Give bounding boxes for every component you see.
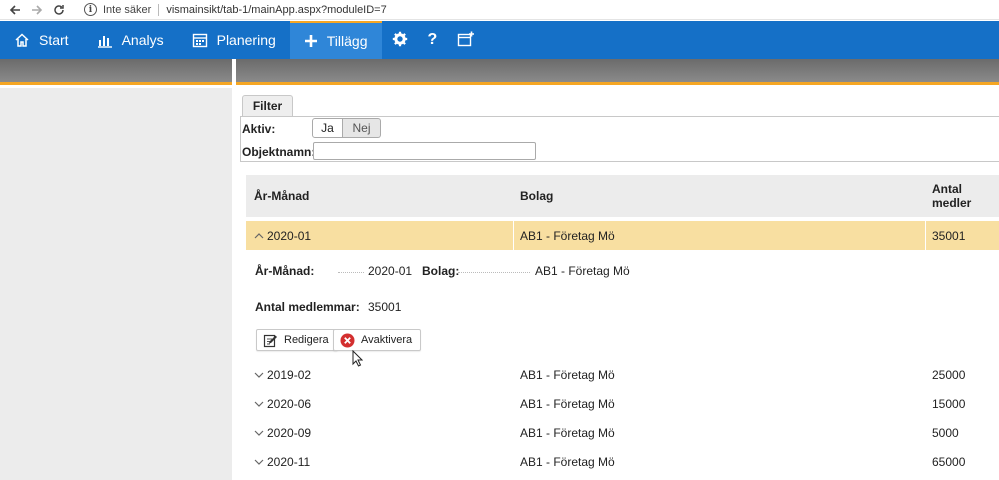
back-arrow-icon[interactable] bbox=[4, 0, 26, 20]
column-divider bbox=[513, 221, 514, 250]
nav-start-label: Start bbox=[39, 32, 69, 48]
cell-members: 65000 bbox=[932, 454, 966, 469]
column-header-company[interactable]: Bolag bbox=[520, 175, 553, 217]
calendar-icon bbox=[192, 32, 208, 48]
info-icon[interactable]: i bbox=[84, 3, 97, 16]
gear-icon bbox=[392, 31, 408, 50]
toggle-nej[interactable]: Nej bbox=[343, 118, 381, 138]
aktiv-label: Aktiv: bbox=[242, 122, 276, 136]
content-header-strip bbox=[236, 59, 999, 85]
reload-icon[interactable] bbox=[48, 0, 70, 20]
cell-year-month: 2020-06 bbox=[267, 396, 312, 411]
sidebar-panel bbox=[0, 88, 232, 480]
table-row[interactable]: 2020-11 AB1 - Företag Mö 65000 bbox=[246, 447, 999, 476]
forward-arrow-icon[interactable] bbox=[26, 0, 48, 20]
main-navbar: Start Analys Planering Tillägg ? bbox=[0, 21, 999, 59]
column-header-year-month[interactable]: År-Månad bbox=[254, 175, 309, 217]
dotted-leader bbox=[458, 272, 530, 273]
chevron-down-icon[interactable] bbox=[254, 400, 264, 408]
chevron-up-icon[interactable] bbox=[254, 232, 264, 240]
cell-company: AB1 - Företag Mö bbox=[520, 425, 615, 440]
nav-start[interactable]: Start bbox=[0, 21, 83, 59]
dotted-leader bbox=[338, 272, 364, 273]
detail-company-label: Bolag: bbox=[422, 264, 460, 278]
cell-members: 15000 bbox=[932, 396, 966, 411]
chevron-down-icon[interactable] bbox=[254, 458, 264, 466]
cell-company: AB1 - Företag Mö bbox=[520, 228, 615, 243]
objektnamn-label: Objektnamn: bbox=[242, 145, 316, 159]
bar-chart-icon bbox=[97, 32, 113, 48]
help-button[interactable]: ? bbox=[418, 21, 448, 59]
chevron-down-icon[interactable] bbox=[254, 429, 264, 437]
column-divider bbox=[925, 221, 926, 250]
nav-planering-label: Planering bbox=[216, 32, 276, 48]
browser-toolbar: i Inte säker vismainsikt/tab-1/mainApp.a… bbox=[0, 0, 999, 20]
cell-year-month: 2020-09 bbox=[267, 425, 312, 440]
detail-company-value: AB1 - Företag Mö bbox=[535, 264, 630, 278]
column-header-members[interactable]: Antal medler bbox=[932, 175, 999, 217]
filter-tab[interactable]: Filter bbox=[242, 95, 293, 116]
cell-year-month: 2020-01 bbox=[267, 228, 312, 243]
table-row-selected[interactable]: 2020-01 AB1 - Företag Mö 35001 bbox=[246, 221, 999, 250]
url-text[interactable]: vismainsikt/tab-1/mainApp.aspx?moduleID=… bbox=[166, 4, 386, 16]
nav-tillagg[interactable]: Tillägg bbox=[289, 21, 382, 59]
settings-button[interactable] bbox=[382, 21, 418, 59]
cell-company: AB1 - Företag Mö bbox=[520, 367, 615, 382]
cell-company: AB1 - Företag Mö bbox=[520, 454, 615, 469]
cell-members: 5000 bbox=[932, 425, 959, 440]
security-label: Inte säker bbox=[103, 3, 152, 16]
address-separator bbox=[158, 3, 160, 16]
toggle-ja[interactable]: Ja bbox=[312, 118, 343, 138]
help-icon: ? bbox=[427, 31, 438, 48]
deactivate-button[interactable]: Avaktivera bbox=[333, 329, 422, 351]
address-bar[interactable]: i Inte säker vismainsikt/tab-1/mainApp.a… bbox=[84, 3, 387, 16]
nav-analys[interactable]: Analys bbox=[83, 21, 178, 59]
add-calendar-icon bbox=[457, 31, 475, 50]
table-header: År-Månad Bolag Antal medler bbox=[246, 175, 999, 217]
detail-members-label: Antal medlemmar: bbox=[255, 300, 360, 314]
panel-divider[interactable] bbox=[232, 59, 236, 480]
edit-icon bbox=[263, 333, 278, 348]
table-row[interactable]: 2019-02 AB1 - Företag Mö 25000 bbox=[246, 360, 999, 389]
deactivate-button-label: Avaktivera bbox=[361, 334, 413, 346]
table-row[interactable]: 2020-06 AB1 - Företag Mö 15000 bbox=[246, 389, 999, 418]
detail-year-month-value: 2020-01 bbox=[368, 264, 413, 278]
objektnamn-input[interactable] bbox=[313, 142, 536, 160]
cell-company: AB1 - Företag Mö bbox=[520, 396, 615, 411]
remove-circle-icon bbox=[340, 333, 355, 348]
nav-tillagg-label: Tillägg bbox=[326, 33, 368, 49]
aktiv-toggle[interactable]: Ja Nej bbox=[312, 118, 381, 138]
home-icon bbox=[14, 32, 30, 48]
detail-year-month-label: År-Månad: bbox=[255, 264, 315, 278]
edit-button-label: Redigera bbox=[284, 334, 329, 346]
table-row[interactable]: 2020-09 AB1 - Företag Mö 5000 bbox=[246, 418, 999, 447]
plus-icon bbox=[304, 34, 318, 48]
cell-year-month: 2020-11 bbox=[267, 454, 311, 469]
detail-members-value: 35001 bbox=[368, 300, 402, 314]
nav-analys-label: Analys bbox=[121, 32, 164, 48]
cell-members: 35001 bbox=[932, 228, 966, 243]
cell-members: 25000 bbox=[932, 367, 966, 382]
add-calendar-button[interactable] bbox=[447, 21, 485, 59]
nav-planering[interactable]: Planering bbox=[178, 21, 290, 59]
edit-button[interactable]: Redigera bbox=[256, 329, 338, 351]
sidebar-header-strip bbox=[0, 59, 232, 85]
chevron-down-icon[interactable] bbox=[254, 371, 264, 379]
cell-year-month: 2019-02 bbox=[267, 367, 312, 382]
